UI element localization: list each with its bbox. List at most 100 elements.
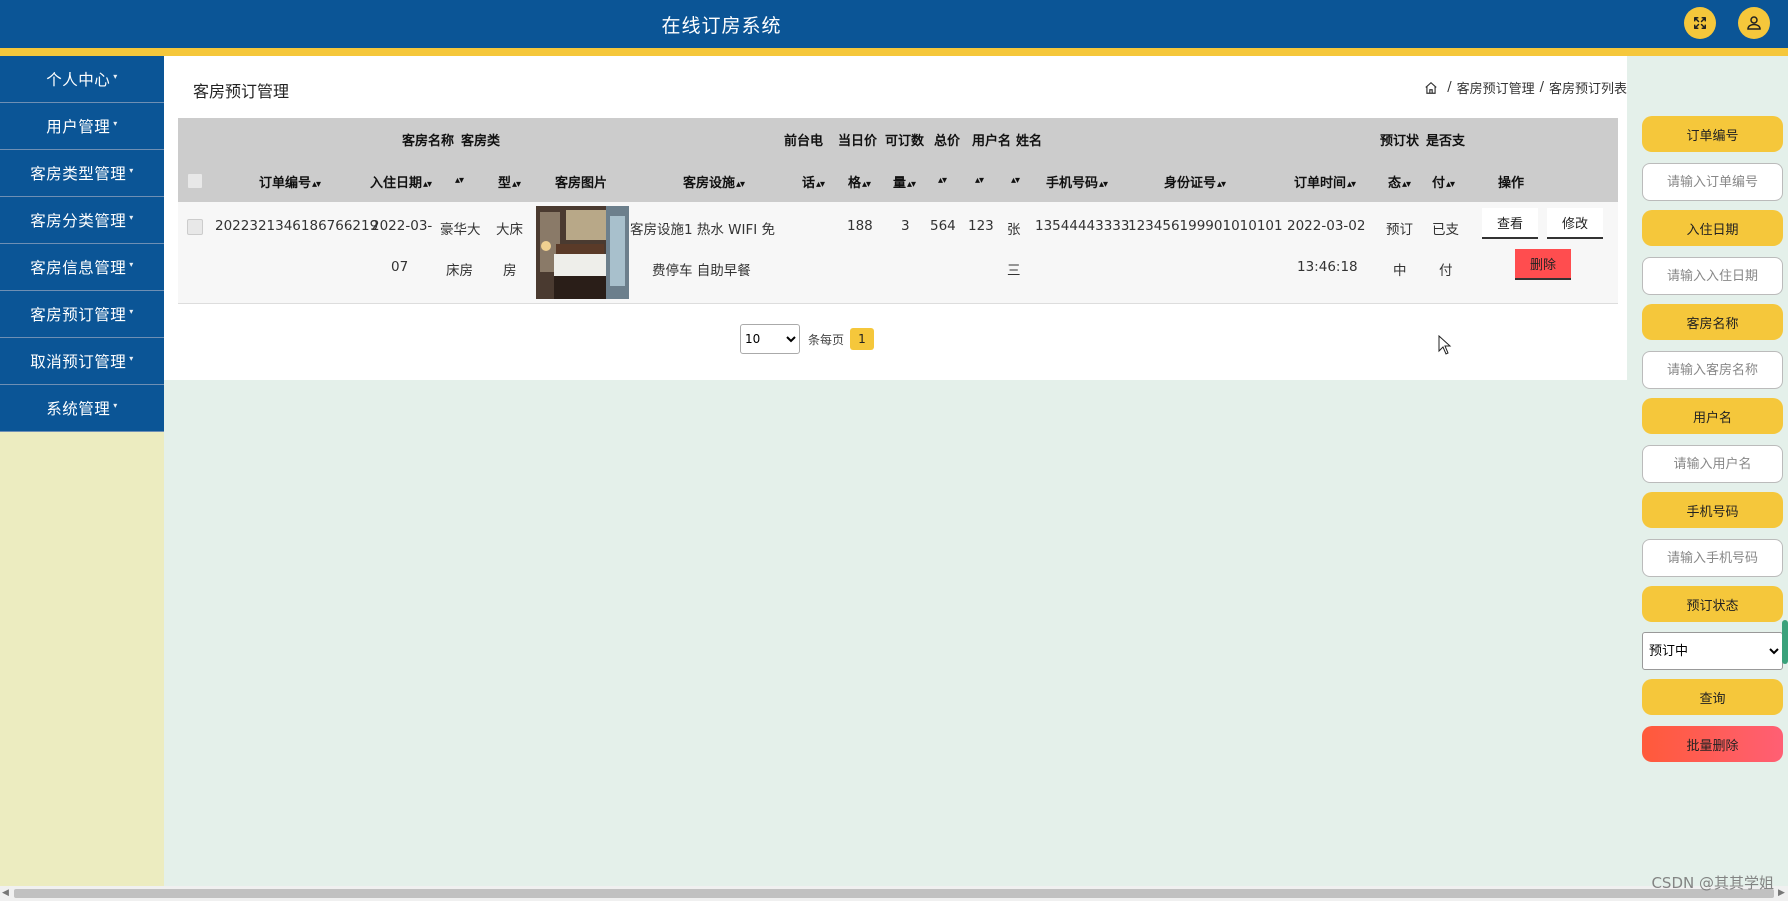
checkin-input[interactable] [1642,257,1783,295]
status-select[interactable]: 预订中 [1642,632,1783,670]
cell-order-time: 2022-03-02 [1287,218,1366,234]
sort-icon: ▴▾ [423,179,432,190]
chevron-down-icon: ▾ [129,306,134,316]
page-title: 客房预订管理 [193,82,290,101]
cell-facilities-cont: 费停车 自助早餐 [652,263,751,279]
table-header: 客房名称 客房类 前台电 当日价 可订数 总价 用户名 姓名 预订状 是否支 订… [178,118,1618,202]
filter-label-checkin: 入住日期 [1642,210,1783,246]
cell-status: 预订 [1386,222,1413,238]
username-input[interactable] [1642,445,1783,483]
cell-checkin: 2022-03- [371,218,433,234]
header-idcard[interactable]: 身份证号▴▾ [1164,172,1226,191]
filter-label-room-name: 客房名称 [1642,304,1783,340]
cell-room-type-cont: 房 [503,263,517,279]
chevron-down-icon: ▾ [129,353,134,363]
header-room-type: 客房类 [461,134,501,149]
cell-paid-cont: 付 [1439,263,1453,279]
header-mobile[interactable]: 手机号码▴▾ [1046,172,1108,191]
horizontal-scrollbar[interactable]: ◀ ▶ [0,886,1788,901]
header-status-sort[interactable]: 态▴▾ [1388,172,1411,191]
breadcrumb-separator: / [1539,80,1544,95]
chevron-down-icon: ▾ [129,212,134,222]
sidebar-item-room-category-management[interactable]: 客房分类管理 ▾ [0,197,164,244]
chevron-down-icon: ▾ [113,118,118,128]
cell-price: 188 [847,218,873,234]
header-checkin[interactable]: 入住日期▴▾ [370,172,432,191]
header-front-phone-sort[interactable]: 话▴▾ [802,172,825,191]
sort-icon: ▴▾ [975,175,984,186]
view-button[interactable]: 查看 [1482,208,1538,239]
sidebar-item-room-booking-management[interactable]: 客房预订管理 ▾ [0,291,164,338]
select-all-checkbox[interactable] [187,173,203,189]
order-no-input[interactable] [1642,163,1783,201]
scroll-left-icon[interactable]: ◀ [2,888,9,898]
header-accent-stripe [0,48,1788,56]
page-size-select[interactable]: 10 20 50 [740,324,800,354]
delete-button[interactable]: 删除 [1515,249,1571,280]
header-username-sort[interactable]: ▴▾ [974,172,984,187]
sort-icon: ▴▾ [1217,179,1226,190]
mouse-cursor-icon [1438,335,1452,355]
sidebar-item-system-management[interactable]: 系统管理 ▾ [0,385,164,432]
sidebar-item-label: 客房类型管理 [30,165,127,183]
cell-order-time-cont: 13:46:18 [1297,259,1358,275]
home-icon[interactable] [1424,81,1438,95]
header-price: 当日价 [838,134,878,149]
user-button[interactable] [1738,7,1770,39]
header-order-no[interactable]: 订单编号▴▾ [259,172,321,191]
per-page-label: 条每页 [808,333,845,347]
header-total-sort[interactable]: ▴▾ [937,172,947,187]
sort-icon: ▴▾ [938,175,947,186]
header-operations: 操作 [1498,176,1525,191]
watermark: CSDN @其其学姐 [1651,874,1774,892]
filter-label-status: 预订状态 [1642,586,1783,622]
sidebar-item-room-info-management[interactable]: 客房信息管理 ▾ [0,244,164,291]
sidebar-item-user-management[interactable]: 用户管理 ▾ [0,103,164,150]
header-quantity-sort[interactable]: 量▴▾ [893,172,916,191]
header-paid-sort[interactable]: 付▴▾ [1432,172,1455,191]
fullscreen-button[interactable] [1684,7,1716,39]
batch-delete-button[interactable]: 批量删除 [1642,726,1783,762]
breadcrumb-level1[interactable]: 客房预订管理 [1457,78,1535,97]
mobile-input[interactable] [1642,539,1783,577]
filter-label-order-no: 订单编号 [1642,116,1783,152]
sidebar-item-room-type-management[interactable]: 客房类型管理 ▾ [0,150,164,197]
header-room-name-sort[interactable]: ▴▾ [454,172,464,187]
edit-button[interactable]: 修改 [1547,208,1603,239]
header-status: 预订状 [1380,134,1420,149]
app-title: 在线订房系统 [661,15,782,37]
cell-room-name: 豪华大 [440,222,481,238]
sort-icon: ▴▾ [512,179,521,190]
header-name-sort[interactable]: ▴▾ [1010,172,1020,187]
main-panel: 客房预订管理 / 客房预订管理 / 客房预订列表 客房名称 客房类 前台电 当日… [164,56,1627,380]
page-button-current[interactable]: 1 [850,328,874,350]
header-room-type-sort[interactable]: 型▴▾ [498,172,521,191]
scroll-indicator[interactable] [1782,620,1788,664]
header-name: 姓名 [1016,134,1043,149]
scroll-right-icon[interactable]: ▶ [1778,888,1785,898]
header-order-time[interactable]: 订单时间▴▾ [1294,172,1356,191]
sidebar-item-cancel-booking-management[interactable]: 取消预订管理 ▾ [0,338,164,385]
booking-table: 客房名称 客房类 前台电 当日价 可订数 总价 用户名 姓名 预订状 是否支 订… [178,118,1618,304]
cell-username: 123 [968,218,994,234]
header-username: 用户名 [972,134,1012,149]
room-name-input[interactable] [1642,351,1783,389]
cell-idcard: 123456199901010101 [1128,218,1283,234]
sidebar-item-label: 客房信息管理 [30,259,127,277]
sidebar-item-personal-center[interactable]: 个人中心 ▾ [0,56,164,103]
sidebar: 个人中心 ▾ 用户管理 ▾ 客房类型管理 ▾ 客房分类管理 ▾ 客房信息管理 ▾ 客房预订… [0,56,164,886]
header-facilities[interactable]: 客房设施▴▾ [683,172,745,191]
sort-icon: ▴▾ [455,175,464,186]
sort-icon: ▴▾ [1402,179,1411,190]
filter-label-mobile: 手机号码 [1642,492,1783,528]
header-price-sort[interactable]: 格▴▾ [848,172,871,191]
sidebar-item-label: 客房分类管理 [30,212,127,230]
sort-icon: ▴▾ [736,179,745,190]
row-checkbox[interactable] [187,219,203,235]
header-image: 客房图片 [555,176,608,191]
user-icon [1747,16,1761,30]
chevron-down-icon: ▾ [113,71,118,81]
query-button[interactable]: 查询 [1642,679,1783,715]
scrollbar-thumb[interactable] [14,889,1774,898]
cell-room-type: 大床 [496,222,523,238]
